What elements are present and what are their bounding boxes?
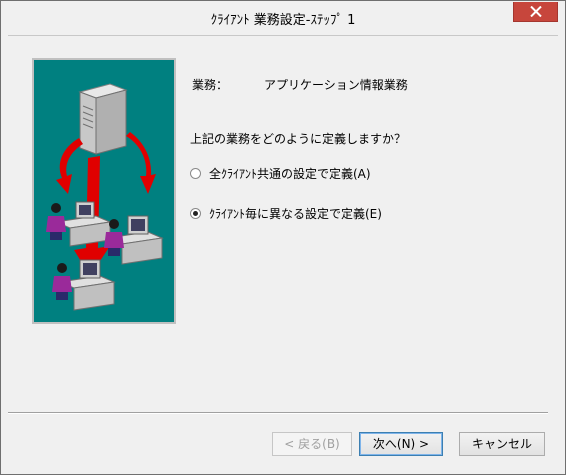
definition-question: 上記の業務をどのように定義しますか？: [190, 132, 407, 146]
radio-label: ｸﾗｲｱﾝﾄ毎に異なる設定で定義(E): [209, 207, 382, 221]
radio-button[interactable]: [190, 208, 201, 219]
dialog-window: ｸﾗｲｱﾝﾄ 業務設定-ｽﾃｯﾌﾟ 1 業務： アプリケーション情報業務 上記の…: [0, 0, 566, 475]
radio-common-settings[interactable]: 全ｸﾗｲｱﾝﾄ共通の設定で定義(A): [190, 165, 371, 182]
close-button[interactable]: [513, 2, 558, 22]
server-clients-illustration: [46, 83, 164, 311]
radio-selected-dot: [193, 211, 198, 216]
radio-button[interactable]: [190, 168, 201, 179]
workstation-icon: [104, 215, 164, 265]
title-bar[interactable]: ｸﾗｲｱﾝﾄ 業務設定-ｽﾃｯﾌﾟ 1: [1, 1, 565, 35]
workstation-icon: [52, 259, 116, 311]
next-button[interactable]: 次へ(N) >: [359, 432, 443, 456]
divider: [8, 412, 548, 414]
window-title: ｸﾗｲｱﾝﾄ 業務設定-ｽﾃｯﾌﾟ 1: [210, 13, 356, 28]
workstation-icon: [46, 201, 112, 247]
job-label: 業務：: [192, 78, 229, 92]
back-button[interactable]: < 戻る(B): [272, 432, 352, 456]
wizard-illustration: [32, 58, 176, 324]
server-icon: [78, 83, 128, 155]
cancel-button[interactable]: キャンセル: [459, 432, 545, 456]
close-icon: [530, 6, 542, 17]
job-value: アプリケーション情報業務: [264, 78, 408, 92]
radio-label: 全ｸﾗｲｱﾝﾄ共通の設定で定義(A): [209, 167, 371, 181]
dialog-body: 業務： アプリケーション情報業務 上記の業務をどのように定義しますか？ 全ｸﾗｲ…: [8, 35, 558, 468]
radio-per-client-settings[interactable]: ｸﾗｲｱﾝﾄ毎に異なる設定で定義(E): [190, 205, 382, 222]
